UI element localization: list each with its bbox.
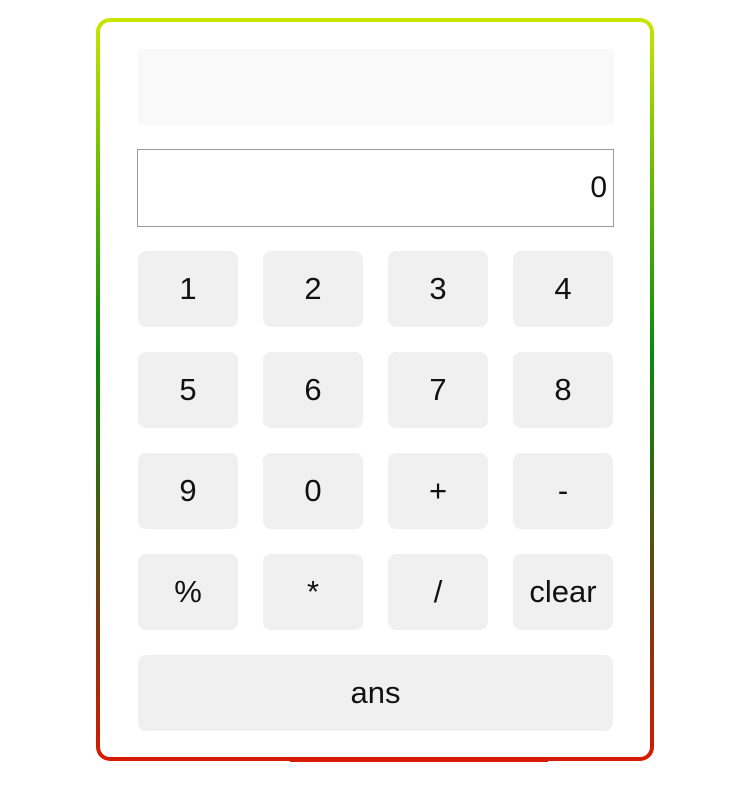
ans-button[interactable]: ans <box>138 655 613 731</box>
clear-button[interactable]: clear <box>513 554 613 630</box>
minus-button[interactable]: - <box>513 453 613 529</box>
bottom-accent-bar <box>290 758 548 762</box>
key-5-button[interactable]: 5 <box>138 352 238 428</box>
calculator-body: 1 2 3 4 5 6 7 8 9 0 + - % * / clear ans <box>100 22 650 757</box>
key-3-button[interactable]: 3 <box>388 251 488 327</box>
key-6-button[interactable]: 6 <box>263 352 363 428</box>
key-9-button[interactable]: 9 <box>138 453 238 529</box>
multiply-button[interactable]: * <box>263 554 363 630</box>
key-4-button[interactable]: 4 <box>513 251 613 327</box>
key-1-button[interactable]: 1 <box>138 251 238 327</box>
result-display[interactable] <box>137 149 614 227</box>
key-2-button[interactable]: 2 <box>263 251 363 327</box>
key-8-button[interactable]: 8 <box>513 352 613 428</box>
history-panel <box>138 49 614 125</box>
divide-button[interactable]: / <box>388 554 488 630</box>
calculator-frame: 1 2 3 4 5 6 7 8 9 0 + - % * / clear ans <box>96 18 654 761</box>
key-7-button[interactable]: 7 <box>388 352 488 428</box>
plus-button[interactable]: + <box>388 453 488 529</box>
key-0-button[interactable]: 0 <box>263 453 363 529</box>
percent-button[interactable]: % <box>138 554 238 630</box>
